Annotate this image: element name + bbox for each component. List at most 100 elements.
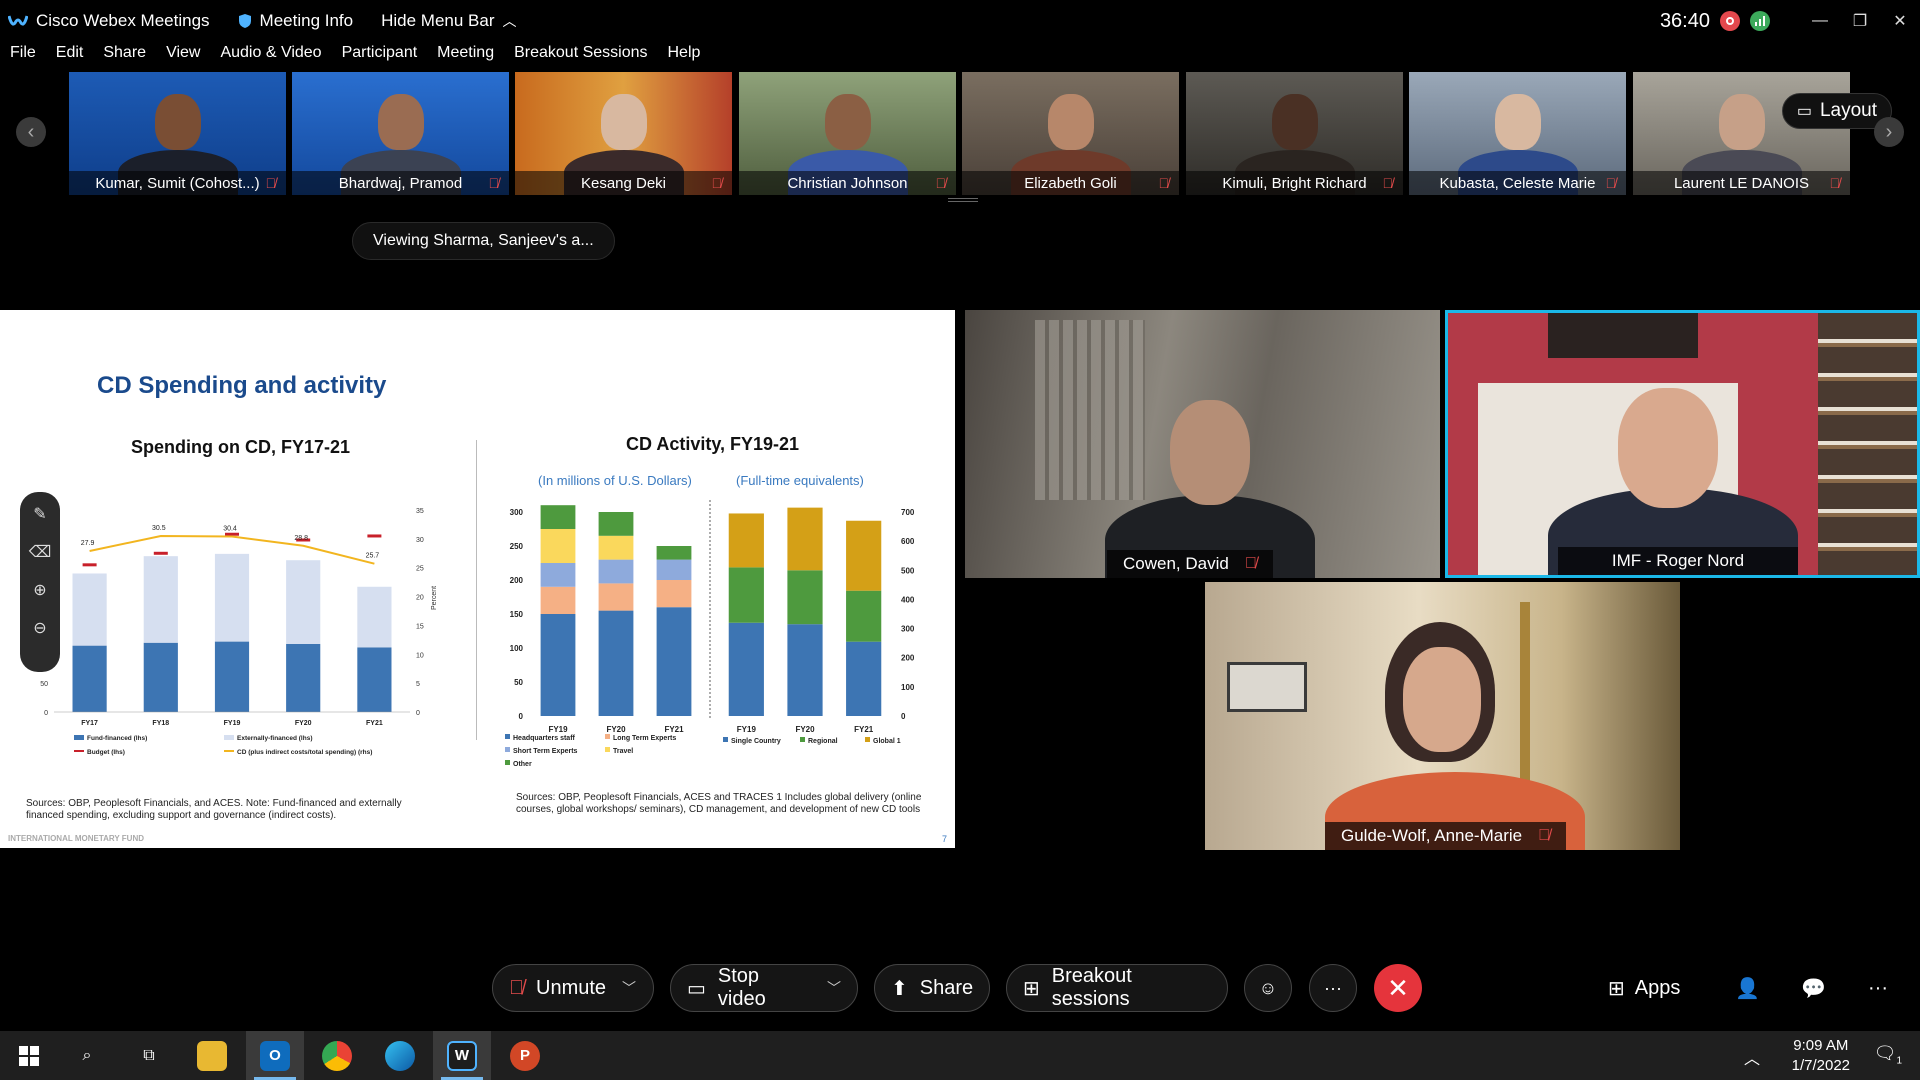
y-tick-label: 500 bbox=[901, 566, 915, 575]
pen-icon[interactable]: ✎ bbox=[33, 504, 46, 524]
participant-thumb[interactable]: Laurent LE DANOIS 🎙̸ bbox=[1633, 72, 1850, 195]
taskbar-clock[interactable]: 9:09 AM 1/7/2022 bbox=[1792, 1036, 1850, 1076]
apps-button[interactable]: ⊞ Apps bbox=[1608, 964, 1680, 1012]
video-tile[interactable]: Cowen, David 🎙̸ bbox=[965, 310, 1440, 578]
more-options-icon[interactable]: ··· bbox=[1309, 964, 1357, 1012]
x-tick-label: FY21 bbox=[366, 720, 383, 727]
video-tile[interactable]: Gulde-Wolf, Anne-Marie 🎙̸ bbox=[1205, 582, 1680, 850]
mic-muted-icon: 🎙̸ bbox=[711, 175, 723, 191]
chat-icon[interactable]: 💬 bbox=[1801, 964, 1826, 1012]
x-tick-label: FY20 bbox=[795, 725, 815, 734]
bar-segment bbox=[728, 622, 764, 716]
x-tick-label: FY19 bbox=[224, 720, 241, 727]
menu-audio-video[interactable]: Audio & Video bbox=[220, 44, 321, 70]
shield-icon bbox=[238, 14, 251, 28]
powerpoint-icon[interactable]: P bbox=[496, 1031, 554, 1080]
menu-meeting[interactable]: Meeting bbox=[437, 44, 494, 70]
bar-segment bbox=[598, 559, 634, 584]
bar-segment bbox=[846, 590, 882, 642]
network-health-icon[interactable] bbox=[1750, 11, 1770, 31]
meeting-info-button[interactable]: Meeting Info bbox=[238, 11, 353, 31]
file-explorer-icon[interactable] bbox=[183, 1031, 241, 1080]
mic-muted-icon: 🎙̸ bbox=[1829, 175, 1841, 191]
notifications-icon[interactable]: 🗨1 bbox=[1874, 1043, 1902, 1067]
y-right-tick-label: 20 bbox=[416, 595, 424, 602]
participant-thumb[interactable]: Kubasta, Celeste Marie 🎙̸ bbox=[1409, 72, 1626, 195]
viewing-share-indicator[interactable]: Viewing Sharma, Sanjeev's a... bbox=[352, 222, 615, 260]
y-tick-label: 50 bbox=[514, 678, 523, 687]
hide-menu-bar-button[interactable]: Hide Menu Bar ︿ bbox=[381, 11, 516, 31]
edge-icon[interactable] bbox=[371, 1031, 429, 1080]
leave-meeting-icon[interactable]: ✕ bbox=[1374, 964, 1422, 1012]
y-tick-label: 200 bbox=[510, 576, 524, 585]
bar-segment bbox=[540, 529, 576, 563]
strip-prev-icon[interactable]: ‹ bbox=[16, 117, 46, 147]
zoom-in-icon[interactable]: ⊕ bbox=[33, 580, 46, 600]
participant-thumb[interactable]: Elizabeth Goli 🎙̸ bbox=[962, 72, 1179, 195]
menu-file[interactable]: File bbox=[10, 44, 36, 70]
reactions-icon[interactable]: ☺ bbox=[1244, 964, 1292, 1012]
task-view-icon[interactable]: ⧉ bbox=[120, 1031, 178, 1080]
search-icon[interactable]: ⌕ bbox=[58, 1031, 116, 1080]
bar-segment bbox=[656, 607, 692, 716]
outlook-icon[interactable]: O bbox=[246, 1031, 304, 1080]
breakout-sessions-button[interactable]: ⊞ Breakout sessions bbox=[1006, 964, 1228, 1012]
chart-divider bbox=[476, 440, 477, 740]
unmute-button[interactable]: 🎙̸ Unmute ﹀ bbox=[492, 964, 654, 1012]
mic-muted-icon: 🎙̸ bbox=[1605, 175, 1617, 191]
bar-segment bbox=[540, 614, 576, 716]
bar-segment bbox=[540, 586, 576, 614]
minimize-icon[interactable]: — bbox=[1800, 0, 1840, 42]
share-button[interactable]: ⬆ Share bbox=[874, 964, 990, 1012]
legend-label: Single Country bbox=[731, 738, 781, 745]
close-icon[interactable]: ✕ bbox=[1880, 0, 1920, 42]
show-hidden-icons-icon[interactable]: ︿ bbox=[1744, 1045, 1760, 1069]
bar-segment bbox=[728, 567, 764, 623]
participant-thumb[interactable]: Bhardwaj, Pramod 🎙̸ bbox=[292, 72, 509, 195]
hide-menu-bar-label: Hide Menu Bar bbox=[381, 11, 495, 30]
eraser-icon[interactable]: ⌫ bbox=[29, 542, 52, 562]
y-tick-label: 0 bbox=[519, 712, 524, 721]
bar-segment bbox=[598, 535, 634, 560]
layout-icon: ▭ bbox=[1796, 103, 1812, 120]
bar-fund-financed bbox=[214, 641, 250, 712]
bar-segment bbox=[656, 546, 692, 560]
right-subtitle-left: (In millions of U.S. Dollars) bbox=[538, 473, 692, 488]
zoom-out-icon[interactable]: ⊖ bbox=[33, 618, 46, 638]
webex-taskbar-icon[interactable]: W bbox=[433, 1031, 491, 1080]
legend-label: Budget (lhs) bbox=[87, 749, 125, 756]
slide-page-number: 7 bbox=[942, 834, 948, 844]
participant-thumb[interactable]: Kesang Deki 🎙̸ bbox=[515, 72, 732, 195]
participant-thumb[interactable]: Kimuli, Bright Richard 🎙̸ bbox=[1186, 72, 1403, 195]
stop-video-label: Stop video bbox=[717, 965, 766, 1010]
chevron-down-icon[interactable]: ﹀ bbox=[622, 978, 636, 998]
legend-swatch bbox=[74, 735, 84, 740]
recording-icon[interactable] bbox=[1720, 11, 1740, 31]
menu-help[interactable]: Help bbox=[668, 44, 701, 70]
activity-chart: 0 50 100 150 200 250 300 FY19 FY20 FY21 0 100 200 300… bbox=[505, 500, 915, 768]
windows-start-icon[interactable] bbox=[0, 1031, 58, 1080]
menu-participant[interactable]: Participant bbox=[342, 44, 418, 70]
menu-share[interactable]: Share bbox=[103, 44, 146, 70]
participant-thumb[interactable]: Kumar, Sumit (Cohost...) 🎙̸ bbox=[69, 72, 286, 195]
windows-taskbar: ⌕ ⧉ O W P ︿ 9:09 AM 1/7/2022 🗨1 bbox=[0, 1031, 1920, 1080]
strip-next-icon[interactable]: › bbox=[1874, 117, 1904, 147]
more-panels-icon[interactable]: ··· bbox=[1868, 964, 1888, 1012]
menu-view[interactable]: View bbox=[166, 44, 200, 70]
participant-thumb[interactable]: Christian Johnson 🎙̸ bbox=[739, 72, 956, 195]
active-speaker-tile[interactable]: IMF - Roger Nord bbox=[1445, 310, 1920, 578]
video-tile-name: IMF - Roger Nord bbox=[1611, 551, 1745, 570]
menu-edit[interactable]: Edit bbox=[56, 44, 84, 70]
chrome-icon[interactable] bbox=[308, 1031, 366, 1080]
menu-breakout-sessions[interactable]: Breakout Sessions bbox=[514, 44, 647, 70]
stop-video-button[interactable]: ▭ Stop video ﹀ bbox=[670, 964, 858, 1012]
participants-icon[interactable]: 👤 bbox=[1735, 964, 1760, 1012]
restore-icon[interactable]: ❐ bbox=[1840, 0, 1880, 42]
y-tick-label: 700 bbox=[901, 508, 915, 517]
filmstrip-resize-handle[interactable] bbox=[948, 198, 978, 202]
y-right-tick-label: 10 bbox=[416, 652, 424, 659]
chevron-down-icon[interactable]: ﹀ bbox=[827, 978, 841, 998]
y-right-tick-label: 0 bbox=[416, 710, 420, 717]
bar-segment bbox=[787, 507, 823, 571]
legend-label: Externally-financed (lhs) bbox=[237, 735, 313, 742]
